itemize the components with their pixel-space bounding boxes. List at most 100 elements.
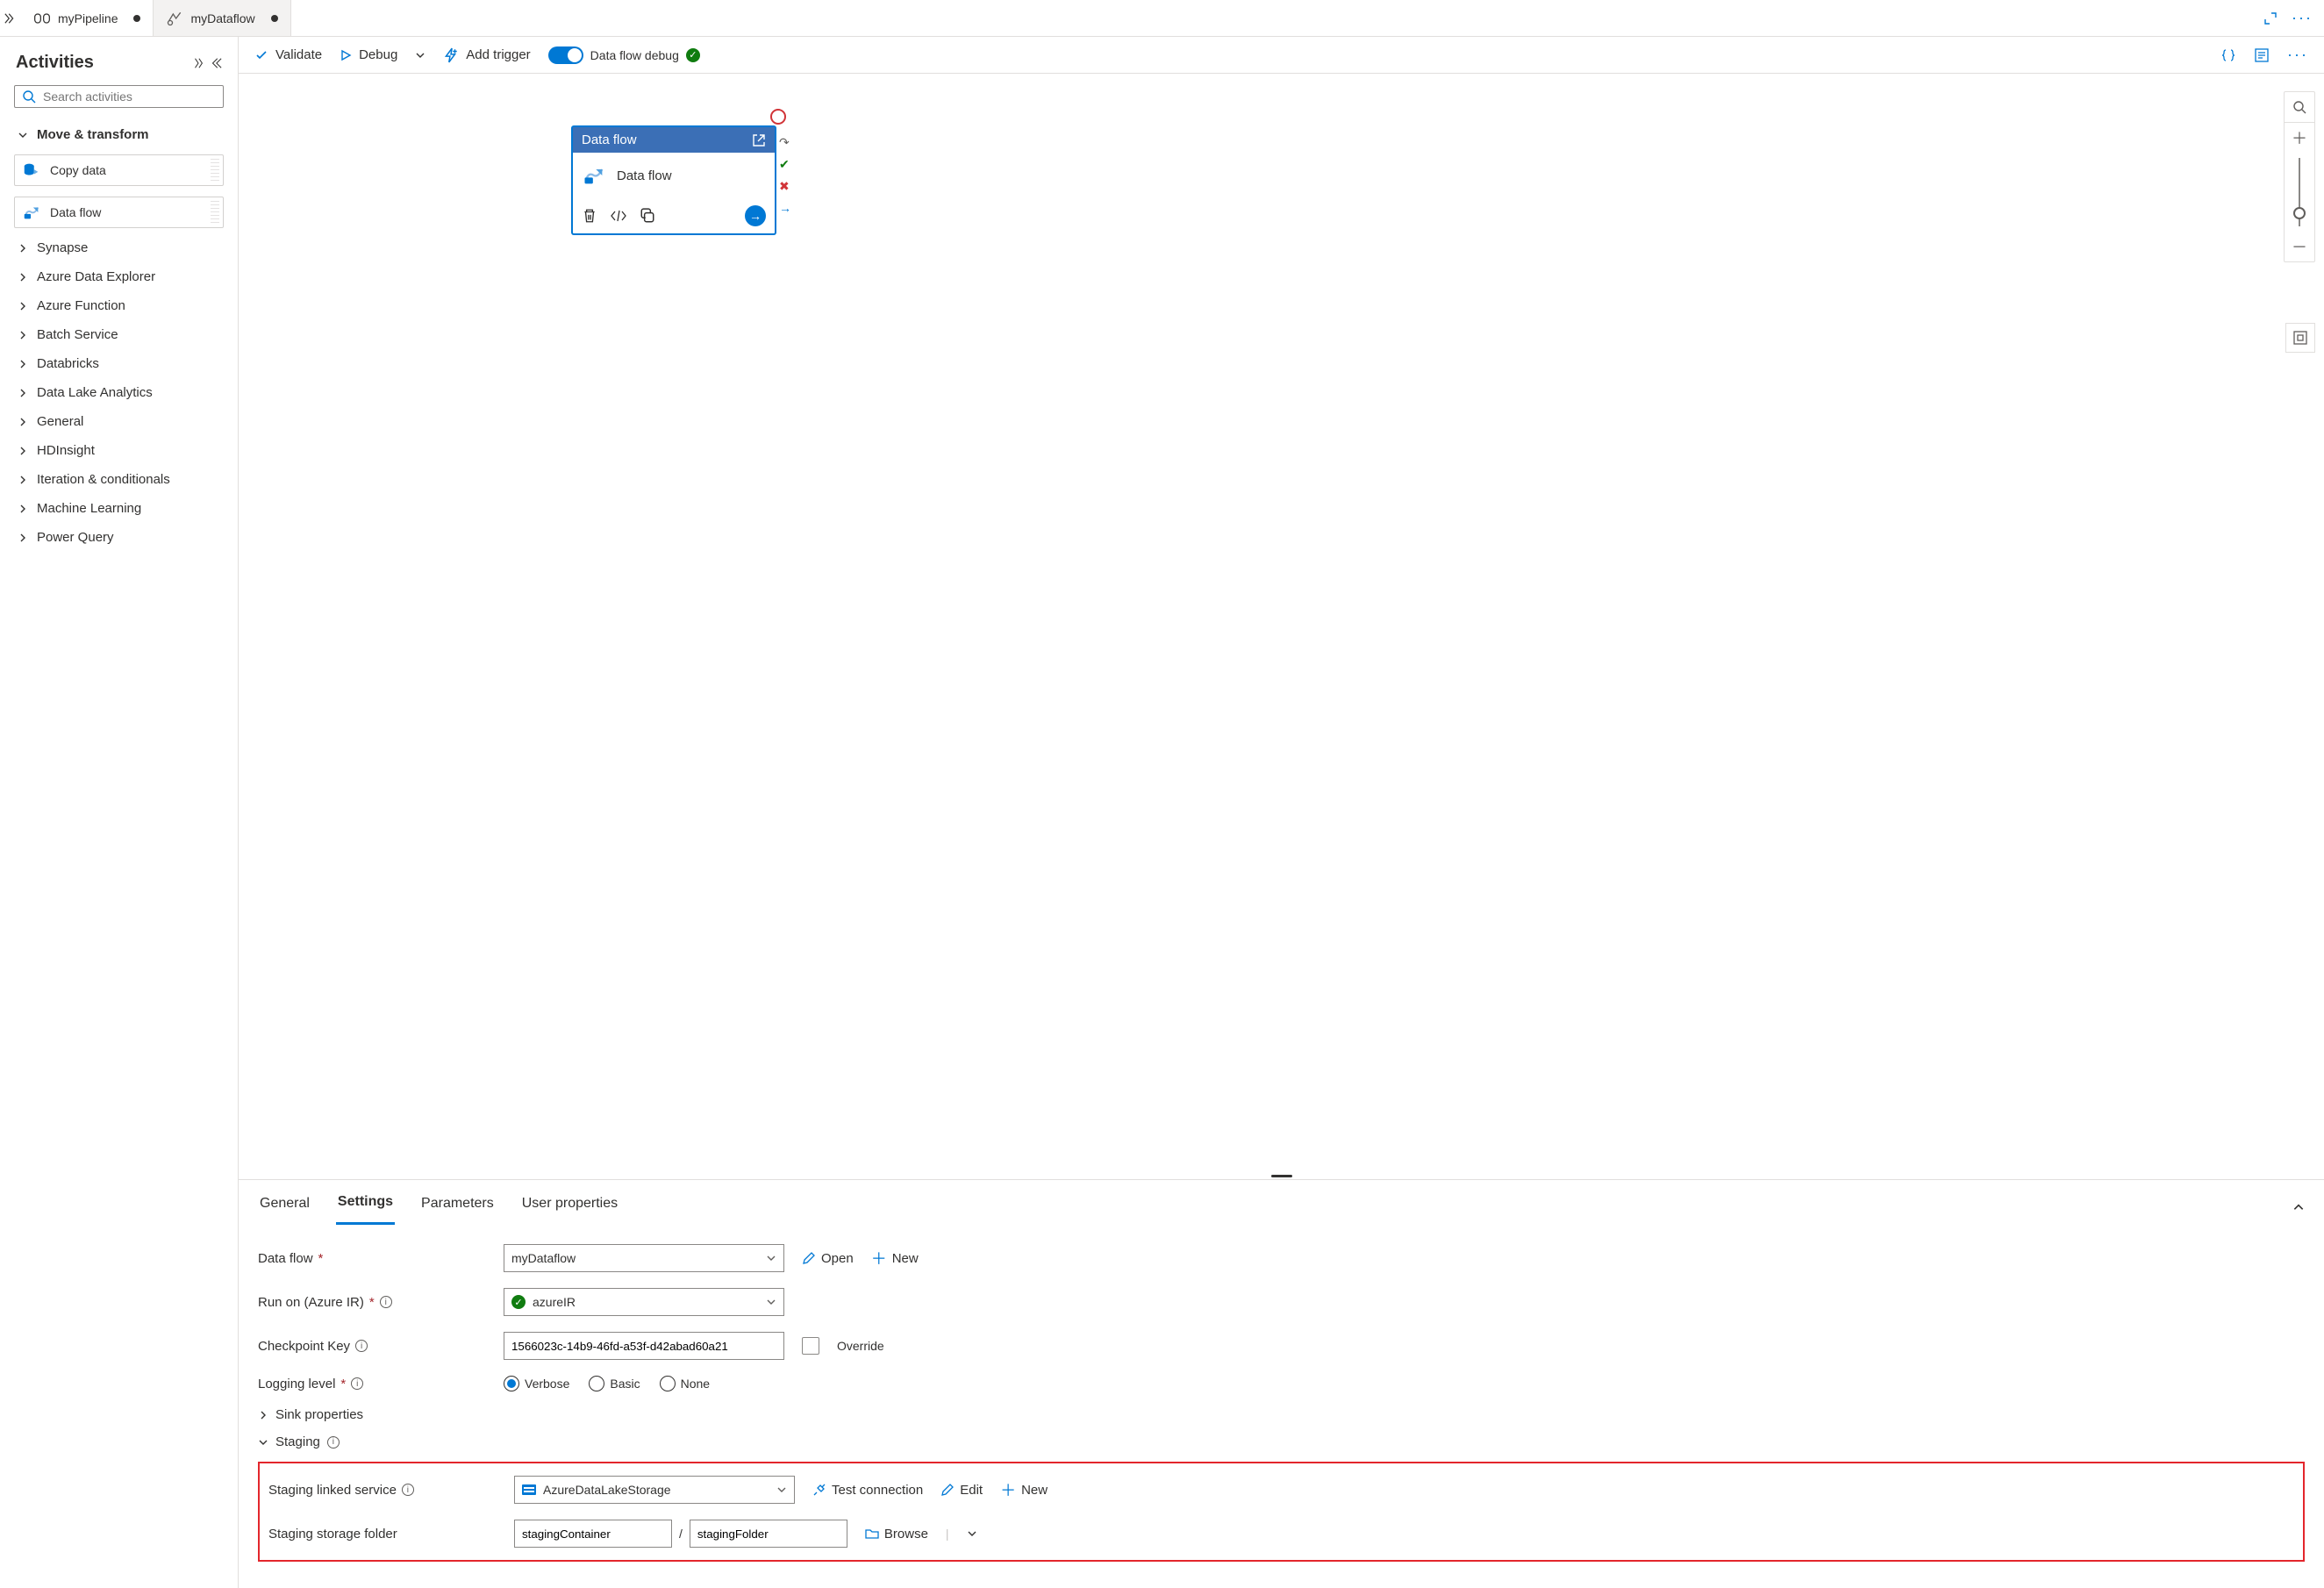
browse-button[interactable]: Browse	[865, 1527, 928, 1542]
category-move-transform[interactable]: Move & transform	[9, 120, 229, 149]
more-icon[interactable]: ···	[2292, 9, 2312, 28]
chevron-right-icon	[16, 330, 30, 340]
search-zoom-icon[interactable]	[2285, 92, 2314, 122]
properties-button[interactable]	[2254, 47, 2270, 63]
code-icon[interactable]	[610, 208, 627, 224]
tab-user-properties[interactable]: User properties	[520, 1191, 619, 1224]
info-icon[interactable]: i	[402, 1484, 414, 1496]
test-connection-button[interactable]: Test connection	[812, 1483, 923, 1498]
zoom-fit-button[interactable]	[2285, 323, 2315, 353]
node-anchor-icon[interactable]	[770, 109, 786, 125]
expand-left-icon[interactable]	[0, 0, 21, 37]
new-linked-service-button[interactable]: ＋ New	[1000, 1478, 1048, 1501]
run-on-select[interactable]: ✓ azureIR	[504, 1288, 784, 1316]
zoom-out-button[interactable]: －	[2285, 232, 2314, 261]
sink-properties-section[interactable]: Sink properties	[258, 1407, 2305, 1422]
category-iteration[interactable]: Iteration & conditionals	[9, 465, 229, 494]
activity-data-flow[interactable]: Data flow	[14, 197, 224, 228]
panel-resizer[interactable]	[239, 1172, 2324, 1179]
category-databricks[interactable]: Databricks	[9, 349, 229, 378]
panel-collapse-button[interactable]	[2292, 1201, 2305, 1213]
staging-folder-input[interactable]	[690, 1520, 847, 1548]
tab-right-actions: ···	[2261, 9, 2324, 28]
dataflow-icon	[166, 10, 183, 27]
edit-button[interactable]: Edit	[940, 1483, 983, 1498]
tab-settings[interactable]: Settings	[336, 1189, 395, 1225]
category-general[interactable]: General	[9, 407, 229, 436]
search-icon	[22, 89, 36, 104]
code-view-button[interactable]	[2220, 47, 2236, 63]
chevron-right-icon	[16, 504, 30, 514]
zoom-slider[interactable]	[2285, 153, 2314, 232]
pipeline-icon	[33, 10, 51, 27]
staging-section[interactable]: Staging i	[258, 1434, 2305, 1449]
fit-icon	[2292, 330, 2308, 346]
chevrons-icon[interactable]	[192, 57, 204, 69]
category-synapse[interactable]: Synapse	[9, 233, 229, 262]
chevron-down-icon	[766, 1253, 776, 1263]
debug-button[interactable]: Debug	[340, 47, 397, 62]
tab-dataflow[interactable]: myDataflow	[154, 0, 290, 36]
skip-icon[interactable]: →	[779, 201, 791, 215]
open-button[interactable]: Open	[802, 1251, 854, 1266]
required-icon: *	[369, 1295, 375, 1310]
new-button[interactable]: ＋ New	[871, 1247, 919, 1270]
maximize-icon[interactable]	[2261, 9, 2280, 28]
tab-pipeline[interactable]: myPipeline	[21, 0, 154, 36]
category-azure-function[interactable]: Azure Function	[9, 291, 229, 320]
collapse-icon[interactable]	[210, 57, 222, 69]
activity-copy-data[interactable]: Copy data	[14, 154, 224, 186]
category-hdinsight[interactable]: HDInsight	[9, 436, 229, 465]
search-activities-input[interactable]	[14, 85, 224, 108]
braces-icon	[2220, 47, 2236, 63]
clone-icon[interactable]	[640, 208, 655, 224]
node-type: Data flow	[582, 132, 637, 147]
info-icon[interactable]: i	[355, 1340, 368, 1352]
pipeline-canvas[interactable]: ↷ ✔ ✖ → Data flow Data flow	[239, 74, 2324, 1172]
category-data-lake-analytics[interactable]: Data Lake Analytics	[9, 378, 229, 407]
zoom-controls: ＋ －	[2284, 91, 2315, 262]
data-flow-select[interactable]: myDataflow	[504, 1244, 784, 1272]
zoom-in-button[interactable]: ＋	[2285, 123, 2314, 153]
staging-linked-service-select[interactable]: AzureDataLakeStorage	[514, 1476, 795, 1504]
run-node-button[interactable]: →	[745, 205, 766, 226]
dataflow-activity-node[interactable]: Data flow Data flow →	[572, 126, 776, 234]
info-icon[interactable]: i	[351, 1377, 363, 1390]
info-icon[interactable]: i	[327, 1436, 340, 1449]
staging-highlighted-area: Staging linked service i AzureDataLakeSt…	[258, 1462, 2305, 1562]
category-batch-service[interactable]: Batch Service	[9, 320, 229, 349]
debug-dropdown[interactable]	[415, 50, 425, 61]
status-ok-icon: ✓	[686, 48, 700, 62]
redo-icon[interactable]: ↷	[779, 135, 791, 150]
logging-basic-radio[interactable]: Basic	[589, 1376, 640, 1391]
category-power-query[interactable]: Power Query	[9, 523, 229, 552]
copy-data-icon	[22, 161, 41, 180]
toggle-switch-icon	[548, 46, 583, 64]
validate-button[interactable]: Validate	[254, 47, 322, 62]
storage-icon	[522, 1484, 536, 1495]
chevron-right-icon	[16, 388, 30, 398]
open-external-icon[interactable]	[752, 133, 766, 147]
tab-parameters[interactable]: Parameters	[419, 1191, 496, 1224]
info-icon[interactable]: i	[380, 1296, 392, 1308]
toolbar-more-button[interactable]: ···	[2287, 46, 2308, 64]
success-icon[interactable]: ✔	[779, 157, 791, 172]
logging-none-radio[interactable]: None	[660, 1376, 710, 1391]
override-checkbox[interactable]	[802, 1337, 819, 1355]
tab-general[interactable]: General	[258, 1191, 311, 1224]
chevron-right-icon	[16, 533, 30, 543]
staging-container-input[interactable]	[514, 1520, 672, 1548]
add-trigger-button[interactable]: Add trigger	[443, 47, 530, 63]
fail-icon[interactable]: ✖	[779, 179, 791, 194]
data-flow-debug-toggle[interactable]: Data flow debug ✓	[548, 46, 700, 64]
logging-verbose-radio[interactable]: Verbose	[504, 1376, 569, 1391]
category-azure-data-explorer[interactable]: Azure Data Explorer	[9, 262, 229, 291]
pipeline-toolbar: Validate Debug Add trigger Data flow deb…	[239, 37, 2324, 74]
chevron-right-icon	[16, 475, 30, 485]
checkpoint-input[interactable]	[504, 1332, 784, 1360]
delete-icon[interactable]	[582, 208, 597, 224]
plus-icon: ＋	[1000, 1478, 1016, 1501]
chevron-down-icon	[16, 130, 30, 140]
browse-dropdown[interactable]	[967, 1528, 977, 1539]
category-machine-learning[interactable]: Machine Learning	[9, 494, 229, 523]
